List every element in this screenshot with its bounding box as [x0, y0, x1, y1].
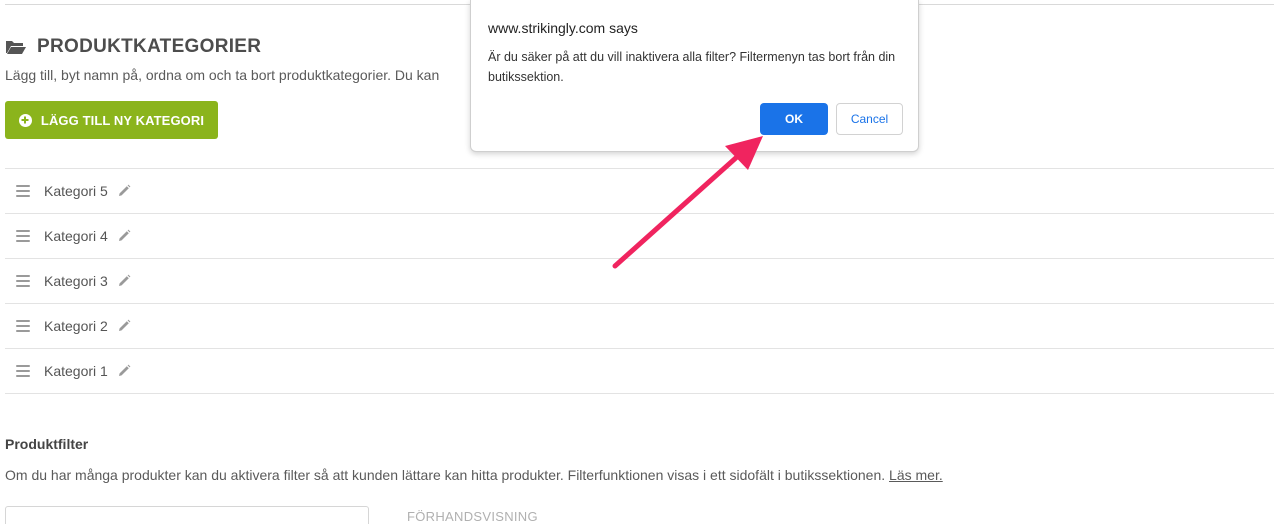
category-row: Kategori 2 [5, 304, 1274, 349]
read-more-link[interactable]: Läs mer. [889, 467, 943, 483]
categories-title: PRODUKTKATEGORIER [37, 36, 262, 57]
category-row: Kategori 4 [5, 214, 1274, 259]
pencil-icon[interactable] [117, 319, 131, 333]
category-name: Kategori 4 [44, 228, 108, 244]
drag-handle-icon[interactable] [16, 320, 30, 332]
folder-open-icon [6, 41, 26, 54]
add-category-button[interactable]: LÄGG TILL NY KATEGORI [5, 101, 218, 139]
category-row: Kategori 1 [5, 349, 1274, 394]
add-category-label: LÄGG TILL NY KATEGORI [40, 112, 205, 128]
category-name: Kategori 3 [44, 273, 108, 289]
page: PRODUKTKATEGORIER Lägg till, byt namn på… [0, 0, 1274, 524]
drag-handle-icon[interactable] [16, 365, 30, 377]
cancel-button[interactable]: Cancel [836, 103, 903, 135]
product-filter-description: Om du har många produkter kan du aktiver… [5, 467, 943, 483]
plus-circle-icon [18, 113, 32, 127]
dialog-message: Är du säker på att du vill inaktivera al… [488, 50, 896, 84]
dialog-origin: www.strikingly.com says [488, 20, 638, 36]
pencil-icon[interactable] [117, 274, 131, 288]
category-name: Kategori 2 [44, 318, 108, 334]
category-name: Kategori 1 [44, 363, 108, 379]
filter-settings-panel[interactable] [5, 506, 369, 524]
category-list: Kategori 5 Kategori 4 Kategori 3 Kategor… [5, 168, 1274, 394]
drag-handle-icon[interactable] [16, 275, 30, 287]
category-row: Kategori 5 [5, 169, 1274, 214]
product-filter-text: Om du har många produkter kan du aktiver… [5, 467, 886, 483]
category-name: Kategori 5 [44, 183, 108, 199]
product-filter-title: Produktfilter [5, 436, 89, 452]
pencil-icon[interactable] [117, 184, 131, 198]
ok-button[interactable]: OK [760, 103, 828, 135]
category-row: Kategori 3 [5, 259, 1274, 304]
drag-handle-icon[interactable] [16, 185, 30, 197]
preview-label: FÖRHANDSVISNING [407, 509, 538, 524]
pencil-icon[interactable] [117, 229, 131, 243]
drag-handle-icon[interactable] [16, 230, 30, 242]
confirm-dialog: www.strikingly.com says Är du säker på a… [470, 0, 919, 152]
categories-header: PRODUKTKATEGORIER [5, 36, 261, 58]
pencil-icon[interactable] [117, 364, 131, 378]
categories-description: Lägg till, byt namn på, ordna om och ta … [5, 67, 440, 83]
